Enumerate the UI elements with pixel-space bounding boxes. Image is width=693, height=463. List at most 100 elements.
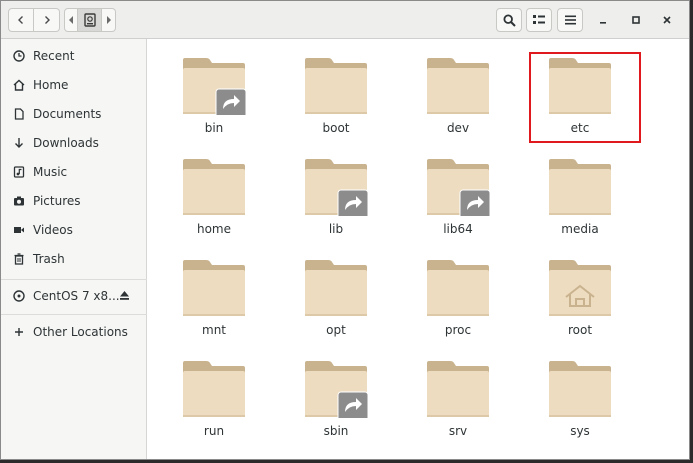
sidebar-item-home[interactable]: Home <box>1 72 147 98</box>
download-arrow-icon <box>13 137 25 149</box>
folder-icon <box>305 361 368 418</box>
selection-outline <box>529 52 641 143</box>
file-name: boot <box>322 121 350 135</box>
nav-buttons <box>8 8 60 32</box>
search-icon <box>502 13 516 27</box>
file-item-sys[interactable]: sys <box>530 350 630 442</box>
camera-icon <box>13 195 25 207</box>
document-icon <box>13 108 25 120</box>
file-item-sbin[interactable]: sbin <box>286 350 386 442</box>
folder-icon <box>305 159 368 216</box>
file-name: root <box>567 323 593 337</box>
view-toggle-button[interactable] <box>526 8 552 32</box>
search-button[interactable] <box>496 8 522 32</box>
clock-icon <box>13 50 25 62</box>
file-item-lib64[interactable]: lib64 <box>408 148 508 240</box>
sidebar-item-pictures[interactable]: Pictures <box>1 188 147 214</box>
file-item-media[interactable]: media <box>530 148 630 240</box>
symlink-badge-icon <box>215 88 246 115</box>
sidebar-item-trash[interactable]: Trash <box>1 246 147 272</box>
file-grid: bin boot dev etc home lib lib64 media mnt opt proc… <box>148 39 689 459</box>
folder-icon <box>183 58 246 115</box>
file-item-boot[interactable]: boot <box>286 47 386 139</box>
list-view-icon <box>533 15 545 24</box>
header-bar <box>1 1 689 39</box>
file-name: srv <box>448 424 468 438</box>
file-item-run[interactable]: run <box>164 350 264 442</box>
hamburger-menu-icon <box>564 15 576 25</box>
sidebar-item-music[interactable]: Music <box>1 159 147 185</box>
minimize-icon <box>600 22 606 24</box>
sidebar-item-label: Recent <box>33 49 75 63</box>
chevron-left-small-icon <box>69 16 73 24</box>
folder-icon <box>549 159 611 215</box>
sidebar-item-centos-disc[interactable]: CentOS 7 x8... <box>1 283 147 309</box>
file-name: opt <box>326 323 346 337</box>
minimize-button[interactable] <box>594 11 612 29</box>
menu-button[interactable] <box>557 8 583 32</box>
folder-icon <box>183 260 245 316</box>
file-item-home[interactable]: home <box>164 148 264 240</box>
maximize-icon <box>632 16 640 24</box>
path-root-button[interactable] <box>78 8 102 32</box>
file-name: lib <box>328 222 344 236</box>
sidebar-item-label: Documents <box>33 107 102 121</box>
path-scroll-right-button[interactable] <box>102 8 116 32</box>
folder-icon <box>549 361 611 417</box>
video-icon <box>13 224 25 236</box>
file-item-proc[interactable]: proc <box>408 249 508 341</box>
trash-icon <box>13 253 25 265</box>
folder-icon <box>549 260 611 316</box>
folder-icon <box>427 361 489 417</box>
sidebar-item-downloads[interactable]: Downloads <box>1 130 147 156</box>
symlink-badge-icon <box>459 189 490 216</box>
folder-icon <box>427 159 490 216</box>
symlink-badge-icon <box>337 391 368 418</box>
file-name: media <box>561 222 599 236</box>
sidebar-item-label: Music <box>33 165 68 179</box>
sidebar-item-recent[interactable]: Recent <box>1 43 147 69</box>
sidebar-separator <box>1 279 147 280</box>
path-scroll-left-button[interactable] <box>64 8 78 32</box>
plus-icon <box>13 326 25 338</box>
sidebar-item-label: Videos <box>33 223 73 237</box>
sidebar-separator <box>1 314 147 315</box>
folder-icon <box>427 58 489 114</box>
file-name: mnt <box>202 323 226 337</box>
file-item-opt[interactable]: opt <box>286 249 386 341</box>
file-item-bin[interactable]: bin <box>164 47 264 139</box>
folder-icon <box>305 58 367 114</box>
file-item-lib[interactable]: lib <box>286 148 386 240</box>
file-name: dev <box>446 121 470 135</box>
sidebar-item-label: Home <box>33 78 69 92</box>
sidebar-item-label: Trash <box>33 252 65 266</box>
file-item-srv[interactable]: srv <box>408 350 508 442</box>
sidebar-item-other-locations[interactable]: Other Locations <box>1 319 147 345</box>
path-bar <box>64 8 116 32</box>
file-item-root[interactable]: root <box>530 249 630 341</box>
symlink-badge-icon <box>337 189 368 216</box>
chevron-right-icon <box>44 16 50 24</box>
back-button[interactable] <box>8 8 34 32</box>
file-manager-window: Recent Home Documents Downloads Music Pi… <box>0 0 690 460</box>
eject-icon[interactable] <box>119 290 130 304</box>
close-button[interactable] <box>658 11 676 29</box>
file-item-dev[interactable]: dev <box>408 47 508 139</box>
file-item-mnt[interactable]: mnt <box>164 249 264 341</box>
sidebar-item-label: Pictures <box>33 194 81 208</box>
file-name: sbin <box>323 424 349 438</box>
sidebar-item-label: Other Locations <box>33 325 128 339</box>
maximize-button[interactable] <box>627 11 645 29</box>
folder-icon <box>183 159 245 215</box>
forward-button[interactable] <box>34 8 60 32</box>
sidebar-item-documents[interactable]: Documents <box>1 101 147 127</box>
close-icon <box>663 16 671 24</box>
file-name: home <box>196 222 232 236</box>
folder-icon <box>427 260 489 316</box>
sidebar-item-label: Downloads <box>33 136 99 150</box>
file-name: lib64 <box>443 222 473 236</box>
music-note-icon <box>13 166 25 178</box>
chevron-right-small-icon <box>106 16 111 24</box>
sidebar-item-videos[interactable]: Videos <box>1 217 147 243</box>
disc-icon <box>13 290 25 302</box>
